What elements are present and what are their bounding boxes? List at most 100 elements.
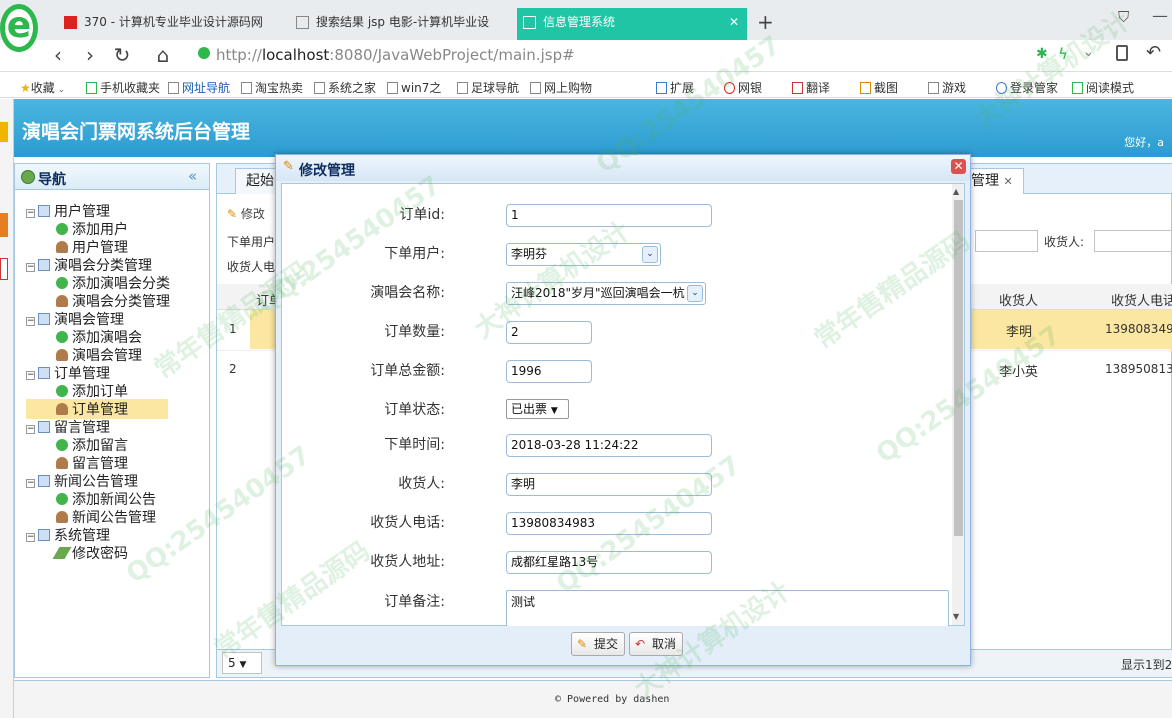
scroll-down-icon[interactable]: ▼ [953, 612, 959, 621]
tool-screenshot[interactable]: 截图 [860, 79, 898, 96]
row-receiver: 李明 [1006, 325, 1033, 340]
close-tab-icon[interactable]: ✕ [1003, 175, 1012, 188]
nav-group[interactable]: − 留言管理 [26, 417, 110, 437]
sidebar-item[interactable]: 订单管理 [26, 399, 168, 419]
sidebar-app-icon[interactable] [0, 213, 8, 237]
collapse-toggle-icon[interactable]: − [26, 479, 35, 488]
sidebar-item[interactable]: 留言管理 [56, 453, 128, 473]
sidebar-item[interactable]: 演唱会分类管理 [56, 291, 170, 311]
browser-tab-3-label: 信息管理系统 [543, 15, 616, 29]
search-field-right[interactable] [975, 230, 1038, 252]
user-icon [56, 511, 68, 523]
reload-icon[interactable]: ↻ [110, 43, 134, 67]
bookmark-label: 系统之家 [328, 81, 377, 95]
new-tab-button[interactable]: + [757, 10, 774, 34]
time-input[interactable]: 2018-03-28 11:24:22 [506, 434, 712, 457]
sidebar-item[interactable]: 添加订单 [56, 381, 128, 401]
browser-tab-2[interactable]: 搜索结果 jsp 电影-计算机毕业设 [290, 8, 515, 40]
phone-input[interactable]: 13980834983 [506, 512, 712, 535]
tool-translate[interactable]: 翻译 [792, 79, 830, 96]
sidebar-item[interactable]: 添加留言 [56, 435, 128, 455]
sidebar-item[interactable]: 添加用户 [56, 219, 128, 239]
sidebar-item[interactable]: 新闻公告管理 [56, 507, 156, 527]
order-id-label: 订单id: [399, 207, 446, 223]
refresh-green-icon[interactable]: ✱ [1036, 46, 1048, 62]
collapse-toggle-icon[interactable]: − [26, 371, 35, 380]
bookmark-football[interactable]: 足球导航 [457, 79, 519, 96]
minimize-icon[interactable]: — [1152, 6, 1168, 25]
lightning-icon[interactable]: ϟ [1058, 45, 1068, 63]
user-icon [56, 295, 68, 307]
nav-group-label: 演唱会管理 [54, 312, 124, 328]
user-select[interactable]: 李明芬 ⌄ [506, 243, 661, 266]
order-id-input[interactable]: 1 [506, 204, 712, 227]
sidebar-item[interactable]: 用户管理 [56, 237, 128, 257]
browser-tab-3-active[interactable]: 信息管理系统 ✕ [517, 8, 747, 40]
sidebar-item[interactable]: 添加演唱会 [56, 327, 142, 347]
sidebar-item[interactable]: 添加演唱会分类 [56, 273, 170, 293]
sidebar-item[interactable]: 修改密码 [52, 543, 128, 563]
bookmark-mobile[interactable]: 手机收藏夹 [86, 79, 160, 96]
memo-textarea[interactable]: 测试 [506, 590, 949, 626]
bookmark-xitong[interactable]: 系统之家 [314, 79, 376, 96]
collapse-left-icon[interactable]: « [188, 167, 197, 185]
tool-reading-mode[interactable]: 阅读模式 [1072, 79, 1134, 96]
collapse-toggle-icon[interactable]: − [26, 209, 35, 218]
url-prefix: http:// [216, 46, 262, 64]
mobile-icon[interactable] [1116, 45, 1128, 61]
sidebar-item[interactable]: 演唱会管理 [56, 345, 142, 365]
collapse-toggle-icon[interactable]: − [26, 317, 35, 326]
tool-bank[interactable]: 网银 [724, 79, 762, 96]
sidebar-note-icon[interactable] [0, 258, 8, 280]
url-field[interactable]: http://localhost:8080/JavaWebProject/mai… [216, 46, 575, 64]
collapse-toggle-icon[interactable]: − [26, 263, 35, 272]
nav-group[interactable]: − 订单管理 [26, 363, 110, 383]
nav-group[interactable]: − 演唱会管理 [26, 309, 124, 329]
folder-icon [38, 205, 50, 217]
edit-toolbar-button[interactable]: ✎ 修改 [227, 205, 265, 222]
sidebar-favorites-icon[interactable] [0, 122, 8, 142]
close-tab-icon[interactable]: ✕ [729, 8, 739, 36]
page-size-value: 5 [228, 656, 236, 670]
quantity-input[interactable]: 2 [506, 321, 592, 344]
nav-group[interactable]: − 新闻公告管理 [26, 471, 138, 491]
nav-group[interactable]: − 演唱会分类管理 [26, 255, 152, 275]
concert-select[interactable]: 汪峰2018"岁月"巡回演唱会一杭 ⌄ [506, 282, 706, 305]
search-receiver-input[interactable] [1094, 230, 1172, 252]
bookmark-win7[interactable]: win7之 [387, 79, 441, 96]
dialog-close-button[interactable]: ✕ [951, 159, 966, 174]
nav-group[interactable]: − 用户管理 [26, 201, 110, 221]
submit-button[interactable]: ✎ 提交 [571, 632, 626, 656]
footer-powered-by: © Powered by dashen [555, 694, 670, 705]
folder-icon [38, 421, 50, 433]
address-input[interactable]: 成都红星路13号 [506, 551, 712, 574]
collapse-toggle-icon[interactable]: − [26, 533, 35, 542]
tool-extensions[interactable]: 扩展 [656, 79, 694, 96]
page-size-select[interactable]: 5 ▼ [222, 652, 262, 674]
total-input[interactable]: 1996 [506, 360, 592, 383]
chevron-down-icon[interactable]: ⌄ [1083, 45, 1094, 60]
tool-login-manager[interactable]: 登录管家 [996, 79, 1058, 96]
home-icon[interactable]: ⌂ [151, 43, 175, 67]
status-select[interactable]: 已出票 ▼ [506, 399, 569, 419]
bookmark-nav[interactable]: 网址导航 [168, 79, 230, 96]
nav-group[interactable]: − 系统管理 [26, 525, 110, 545]
bookmark-shopping[interactable]: 网上购物 [530, 79, 592, 96]
bookmark-favorites[interactable]: ★收藏 ⌄ [20, 79, 65, 96]
tool-games[interactable]: 游戏 [928, 79, 966, 96]
pencil-icon [52, 547, 72, 559]
sidebar-item-label: 订单管理 [72, 402, 128, 418]
undo-icon[interactable]: ↶ [1146, 42, 1161, 63]
browser-tab-1[interactable]: 370 - 计算机专业毕业设计源码网 [58, 8, 288, 40]
bookmark-taobao[interactable]: 淘宝热卖 [241, 79, 303, 96]
forward-icon[interactable]: › [78, 43, 102, 67]
back-icon[interactable]: ‹ [46, 43, 70, 67]
scrollbar-thumb[interactable] [954, 200, 963, 536]
sidebar-item-label: 演唱会管理 [72, 348, 142, 364]
sidebar-item[interactable]: 添加新闻公告 [56, 489, 156, 509]
receiver-input[interactable]: 李明 [506, 473, 712, 496]
collapse-toggle-icon[interactable]: − [26, 425, 35, 434]
shirt-skin-icon[interactable]: ⛉ [1118, 8, 1129, 26]
cancel-button[interactable]: ↶ 取消 [629, 632, 684, 656]
scroll-up-icon[interactable]: ▲ [953, 187, 959, 196]
